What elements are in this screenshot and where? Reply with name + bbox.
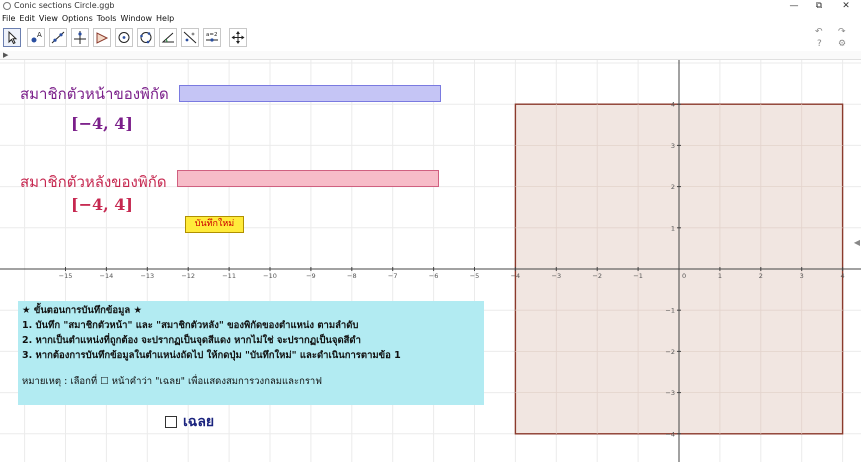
- x-tick-label: −8: [347, 272, 357, 280]
- x-tick-label: −6: [429, 272, 439, 280]
- reflect-tool-button[interactable]: [181, 28, 199, 47]
- graphics-view[interactable]: −15 −14 −13 −12 −11 −10 −9 −8 −7 −6 −5 −4 −3 −2 −1 0 1 2 3…: [0, 60, 861, 462]
- x-tick-label: −14: [100, 272, 114, 280]
- answer-checkbox[interactable]: เฉลย: [165, 411, 214, 433]
- instruction-step-3: 3. หากต้องการบันทึกข้อมูลในตำแหน่งถัดไป …: [22, 350, 401, 361]
- menu-bar: File Edit View Options Tools Window Help: [0, 13, 861, 25]
- instruction-note: หมายเหตุ : เลือกที่ ☐ หน้าคำว่า "เฉลย" เ…: [22, 376, 322, 387]
- y-tick-label: −3: [665, 389, 675, 397]
- x-tick-label: −3: [552, 272, 562, 280]
- menu-file[interactable]: File: [0, 13, 17, 23]
- restore-button[interactable]: ⧉: [808, 0, 830, 13]
- answer-label: เฉลย: [183, 414, 215, 430]
- close-button[interactable]: ✕: [835, 0, 857, 13]
- slider-tool-label: a=2: [206, 32, 217, 38]
- x-tick-label: −2: [592, 272, 602, 280]
- x-tick-label: 4: [841, 272, 845, 280]
- angle-tool-button[interactable]: [159, 28, 177, 47]
- title-bar: Conic sections Circle.ggb — ⧉ ✕: [0, 0, 861, 13]
- settings-icon[interactable]: ⚙: [838, 39, 846, 49]
- x-tick-label: −11: [222, 272, 236, 280]
- instructions-panel: ★ ขั้นตอนการบันทึกข้อมูล ★ 1. บันทึก "สม…: [18, 301, 484, 405]
- point-tool-button[interactable]: A: [27, 28, 45, 47]
- circle-center-point-icon: [118, 32, 130, 43]
- x-tick-label: 1: [718, 272, 722, 280]
- redo-icon[interactable]: ↷: [838, 27, 846, 37]
- x-tick-label: −10: [263, 272, 277, 280]
- instruction-step-1: 1. บันทึก "สมาชิกตัวหน้า" และ "สมาชิกตัว…: [22, 320, 359, 331]
- menu-options[interactable]: Options: [60, 13, 95, 23]
- slider-tool-button[interactable]: a=2: [203, 28, 221, 47]
- y-tick-label: −1: [665, 307, 675, 315]
- svg-text:A: A: [37, 31, 42, 39]
- x-tick-label: 3: [800, 272, 804, 280]
- x-tick-label: −13: [140, 272, 154, 280]
- checkbox-icon[interactable]: [165, 416, 177, 428]
- slider-icon: a=2: [206, 32, 218, 42]
- undo-icon[interactable]: ↶: [815, 27, 823, 37]
- geogebra-icon: [3, 2, 11, 10]
- back-member-range: [−4, 4]: [71, 195, 133, 214]
- x-tick-label: 2: [759, 272, 763, 280]
- move-tool-button[interactable]: [3, 28, 21, 47]
- menu-window[interactable]: Window: [118, 13, 154, 23]
- move-graphics-view-icon: [231, 31, 245, 44]
- x-tick-label: −5: [470, 272, 480, 280]
- front-member-range: [−4, 4]: [71, 114, 133, 133]
- x-tick-label: −9: [306, 272, 316, 280]
- x-tick-label: −15: [59, 272, 73, 280]
- menu-help[interactable]: Help: [154, 13, 176, 23]
- x-tick-label: 0: [682, 272, 686, 280]
- x-tick-label: −4: [511, 272, 521, 280]
- circle-three-points-tool-button[interactable]: [137, 28, 155, 47]
- x-tick-label: −12: [181, 272, 195, 280]
- y-tick-label: −2: [665, 348, 675, 356]
- move-view-tool-button[interactable]: [229, 28, 247, 47]
- front-member-label: สมาชิกตัวหน้าของพิกัด: [20, 85, 169, 103]
- y-tick-label: 1: [671, 224, 675, 232]
- perpendicular-line-icon: [74, 31, 86, 44]
- expand-arrow-icon: ▶: [3, 51, 9, 59]
- reset-button[interactable]: บันทึกใหม่: [185, 216, 244, 233]
- front-member-input[interactable]: [179, 85, 441, 102]
- minimize-button[interactable]: —: [783, 0, 805, 13]
- circle-tool-button[interactable]: [115, 28, 133, 47]
- angle-icon: [161, 32, 174, 43]
- point-icon: A: [31, 31, 42, 43]
- circle-three-points-icon: [140, 32, 152, 44]
- menu-view[interactable]: View: [37, 13, 60, 23]
- instruction-step-2: 2. หากเป็นตำแหน่งที่ถูกต้อง จะปรากฏเป็นจ…: [22, 335, 361, 346]
- toolbar: A a=2 ↶ ↷ ? ⚙: [0, 25, 861, 52]
- x-tick-label: −1: [633, 272, 643, 280]
- back-member-input[interactable]: [177, 170, 439, 187]
- back-member-label: สมาชิกตัวหลังของพิกัด: [20, 173, 167, 191]
- x-tick-label: −7: [388, 272, 398, 280]
- window-title: Conic sections Circle.ggb: [14, 1, 115, 10]
- y-tick-label: −4: [665, 430, 675, 438]
- line-icon: [51, 31, 65, 44]
- reflect-line-icon: [183, 31, 197, 44]
- cursor-arrow-icon: [8, 30, 18, 45]
- polygon-tool-button[interactable]: [93, 28, 111, 47]
- input-bar-toggle[interactable]: ▶: [0, 51, 861, 60]
- instructions-heading: ★ ขั้นตอนการบันทึกข้อมูล ★: [22, 305, 143, 316]
- menu-tools[interactable]: Tools: [95, 13, 119, 23]
- triangle-polygon-icon: [96, 32, 109, 44]
- side-panel-handle-icon[interactable]: ◀: [854, 238, 860, 247]
- line-tool-button[interactable]: [49, 28, 67, 47]
- menu-edit[interactable]: Edit: [17, 13, 37, 23]
- y-tick-label: 3: [671, 142, 675, 150]
- y-tick-label: 2: [671, 183, 675, 191]
- help-icon[interactable]: ?: [817, 39, 822, 49]
- y-tick-label: 4: [671, 101, 675, 109]
- perpendicular-tool-button[interactable]: [71, 28, 89, 47]
